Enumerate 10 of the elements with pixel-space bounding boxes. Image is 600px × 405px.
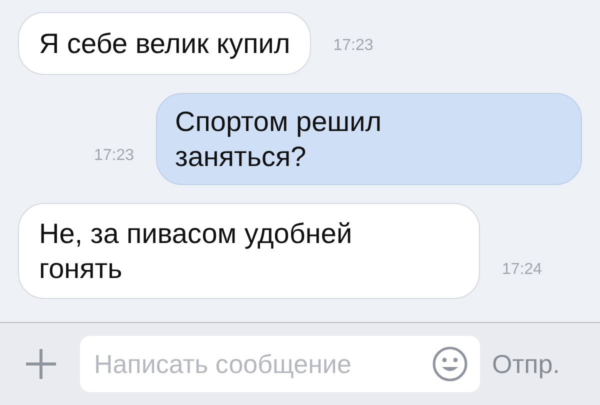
message-time: 17:23 <box>94 147 134 165</box>
message-time: 17:24 <box>502 261 542 279</box>
message-input-field[interactable]: Написать сообщение <box>80 336 480 392</box>
message-time: 17:23 <box>333 37 374 55</box>
outgoing-message-bubble: Спортом решил заняться? <box>156 93 582 185</box>
incoming-message-bubble: Я себе велик купил <box>18 12 312 75</box>
plus-icon[interactable] <box>24 347 58 381</box>
smiley-icon[interactable] <box>432 346 468 382</box>
send-button[interactable]: Отпр. <box>492 348 560 380</box>
incoming-message-bubble: Не, за пивасом удобней гонять <box>18 203 480 299</box>
